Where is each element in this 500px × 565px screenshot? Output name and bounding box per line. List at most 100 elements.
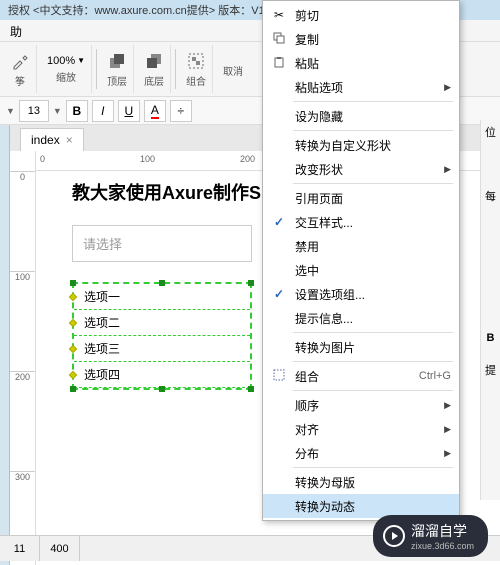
status-value: 400 [40,536,80,561]
front-label: 顶层 [107,73,127,88]
right-panel[interactable]: 位 每 B 提 [480,120,500,500]
panel-label: 提 [481,358,500,382]
watermark-url: zixue.3d66.com [411,541,474,551]
menu-set-group[interactable]: ✓设置选项组... [263,282,459,306]
close-icon[interactable]: × [66,133,73,147]
menu-tooltip[interactable]: 提示信息... [263,306,459,330]
ruler-tick: 100 [140,154,155,164]
ruler-tick: 0 [40,154,45,164]
chevron-down-icon[interactable]: ▼ [6,106,15,116]
chevron-right-icon: ▶ [444,448,451,459]
chevron-right-icon: ▶ [444,424,451,435]
menu-convert-custom[interactable]: 转换为自定义形状 [263,133,459,157]
menu-copy[interactable]: 复制 [263,27,459,51]
connector-icon [69,344,77,352]
menu-help[interactable]: 助 [0,20,32,41]
menu-to-image[interactable]: 转换为图片 [263,335,459,359]
menu-separator [293,183,453,184]
group-tool[interactable]: 组合 [180,45,213,93]
italic-button[interactable]: I [92,100,114,122]
option-item[interactable]: 选项一 [74,284,250,310]
menu-separator [293,361,453,362]
cancel-tool[interactable]: 取消 [217,45,249,93]
tab-label: index [31,133,60,147]
panel-label: 每 [481,184,500,208]
layers-front-icon [107,51,127,71]
ruler-tick: 0 [10,171,35,182]
bold-button[interactable]: B [66,100,88,122]
watermark: 溜溜自学 zixue.3d66.com [373,515,488,557]
menu-separator [293,130,453,131]
handle-icon[interactable] [70,386,76,392]
menu-separator [293,467,453,468]
scissors-icon: ✂ [274,8,284,22]
menu-order[interactable]: 顺序▶ [263,393,459,417]
chevron-right-icon: ▶ [444,82,451,93]
font-color-button[interactable]: A [144,100,166,122]
menu-to-master[interactable]: 转换为母版 [263,470,459,494]
handle-icon[interactable] [159,386,165,392]
zoom-value: 100% [47,55,75,67]
panel-label: B [481,328,500,348]
status-value: 11 [0,536,40,561]
connector-icon [69,370,77,378]
menu-cut[interactable]: ✂剪切 [263,3,459,27]
ruler-tick: 100 [10,271,35,282]
back-label: 底层 [144,73,164,88]
menu-paste[interactable]: 粘贴 [263,51,459,75]
menu-set-hidden[interactable]: 设为隐藏 [263,104,459,128]
menu-separator [293,390,453,391]
eyedropper-label: 筝 [15,73,25,88]
ruler-tick: 300 [10,471,35,482]
menu-change-shape[interactable]: 改变形状▶ [263,157,459,181]
group-icon [273,369,285,384]
menu-group[interactable]: 组合Ctrl+G [263,364,459,388]
watermark-brand: 溜溜自学 [411,523,467,539]
options-group[interactable]: 选项一 选项二 选项三 选项四 [72,282,252,390]
font-size-input[interactable] [19,100,49,122]
menu-interact-style[interactable]: ✓交互样式... [263,210,459,234]
option-item[interactable]: 选项四 [74,362,250,388]
underline-button[interactable]: U [118,100,140,122]
layers-back-icon [144,51,164,71]
menu-separator [293,332,453,333]
eyedropper-tool[interactable]: 筝 [4,45,37,93]
menu-ref-page[interactable]: 引用页面 [263,186,459,210]
group-label: 组合 [186,73,206,88]
menu-align[interactable]: 对齐▶ [263,417,459,441]
play-logo-icon [383,525,405,547]
panel-label: 位 [481,120,500,144]
zoom-tool[interactable]: 100% ▼ 缩放 [41,45,92,93]
select-widget[interactable]: 请选择 [72,225,252,262]
send-back-tool[interactable]: 底层 [138,45,171,93]
group-icon [186,51,206,71]
chevron-right-icon: ▶ [444,164,451,175]
context-menu: ✂剪切 复制 粘贴 粘贴选项▶ 设为隐藏 转换为自定义形状 改变形状▶ 引用页面… [262,0,460,521]
divider-button[interactable]: ÷ [170,100,192,122]
chevron-down-icon[interactable]: ▼ [53,106,62,116]
connector-icon [69,292,77,300]
copy-icon [273,32,285,47]
handle-icon[interactable] [248,386,254,392]
check-icon: ✓ [274,287,284,301]
option-item[interactable]: 选项三 [74,336,250,362]
clipboard-icon [273,56,285,71]
ruler-tick: 200 [10,371,35,382]
chevron-right-icon: ▶ [444,400,451,411]
vertical-ruler: 0 100 200 300 [10,151,36,565]
zoom-label: 缩放 [56,69,76,84]
option-item[interactable]: 选项二 [74,310,250,336]
check-icon: ✓ [274,215,284,229]
connector-icon [69,318,77,326]
cancel-label: 取消 [223,63,243,78]
menu-paste-options[interactable]: 粘贴选项▶ [263,75,459,99]
eyedropper-icon [10,51,30,71]
bring-front-tool[interactable]: 顶层 [101,45,134,93]
chevron-down-icon[interactable]: ▼ [77,56,85,65]
left-panel-collapsed[interactable] [0,125,10,565]
menu-select[interactable]: 选中 [263,258,459,282]
menu-distribute[interactable]: 分布▶ [263,441,459,465]
menu-disable[interactable]: 禁用 [263,234,459,258]
title-text: 授权 <中文支持：www.axure.com.cn提供> 版本：V1.4 [8,5,274,17]
tab-index[interactable]: index × [20,128,84,151]
